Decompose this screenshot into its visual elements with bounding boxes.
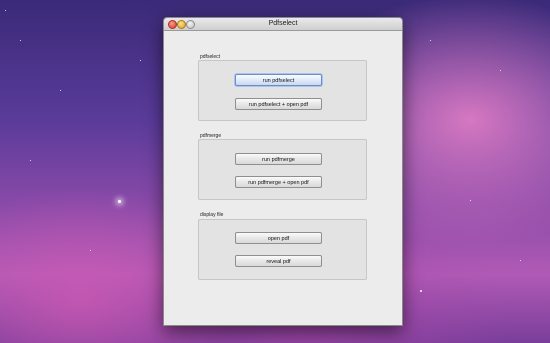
run-pdfselect-open-pdf-button[interactable]: run pdfselect + open pdf — [235, 98, 322, 110]
reveal-pdf-button[interactable]: reveal pdf — [235, 255, 322, 267]
star — [430, 40, 431, 41]
window-title: Pdfselect — [268, 20, 298, 27]
run-pdfmerge-button[interactable]: run pdfmerge — [235, 153, 322, 165]
group-pdfselect: run pdfselect run pdfselect + open pdf — [198, 60, 367, 121]
open-pdf-button[interactable]: open pdf — [235, 232, 322, 244]
star — [500, 70, 501, 71]
star — [520, 260, 521, 261]
star — [30, 160, 31, 161]
group-pdfmerge: run pdfmerge run pdfmerge + open pdf — [198, 139, 367, 200]
star — [20, 40, 21, 41]
star — [5, 10, 6, 11]
star — [140, 60, 141, 61]
group-display-file: open pdf reveal pdf — [198, 219, 367, 280]
star — [470, 200, 471, 201]
title-bar[interactable]: Pdfselect — [164, 18, 402, 31]
run-pdfmerge-open-pdf-button[interactable]: run pdfmerge + open pdf — [235, 176, 322, 188]
section-label-display-file: display file — [200, 212, 224, 218]
app-window: Pdfselect pdfselect run pdfselect run pd… — [163, 17, 403, 326]
star — [118, 200, 121, 203]
star — [90, 250, 91, 251]
star — [60, 90, 61, 91]
run-pdfselect-button[interactable]: run pdfselect — [235, 74, 322, 86]
star — [420, 290, 422, 292]
